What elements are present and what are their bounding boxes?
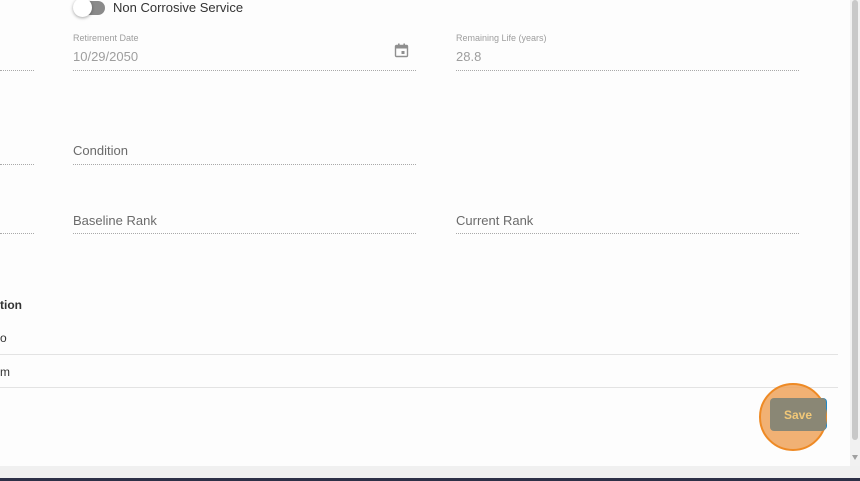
scrollbar-thumb[interactable] <box>852 0 858 440</box>
remaining-life-underline <box>456 70 799 71</box>
list-item[interactable]: m <box>0 365 10 379</box>
left-field-underline-2 <box>0 164 34 165</box>
condition-underline <box>73 164 416 165</box>
baseline-rank-underline <box>73 233 416 234</box>
condition-field[interactable]: Condition <box>73 143 128 158</box>
list-item[interactable]: o <box>0 331 7 345</box>
retirement-date-underline <box>73 70 416 71</box>
non-corrosive-toggle[interactable] <box>73 0 105 17</box>
non-corrosive-label: Non Corrosive Service <box>113 0 244 15</box>
remaining-life-value: 28.8 <box>456 49 482 64</box>
section-header: tion <box>0 298 22 312</box>
current-rank-underline <box>456 233 799 234</box>
retirement-date-label: Retirement Date <box>73 33 139 43</box>
row-divider <box>0 387 838 388</box>
scroll-down-arrow-icon[interactable] <box>852 455 858 460</box>
retirement-date-value[interactable]: 10/29/2050 <box>73 49 138 64</box>
current-rank-field[interactable]: Current Rank <box>456 213 533 228</box>
row-divider <box>0 354 838 355</box>
calendar-icon[interactable] <box>394 43 409 58</box>
left-field-underline-1 <box>0 70 34 71</box>
save-button[interactable]: Save <box>770 398 826 431</box>
baseline-rank-field[interactable]: Baseline Rank <box>73 213 157 228</box>
bottom-gap <box>0 466 860 478</box>
left-field-underline-3 <box>0 233 34 234</box>
remaining-life-label: Remaining Life (years) <box>456 33 547 43</box>
